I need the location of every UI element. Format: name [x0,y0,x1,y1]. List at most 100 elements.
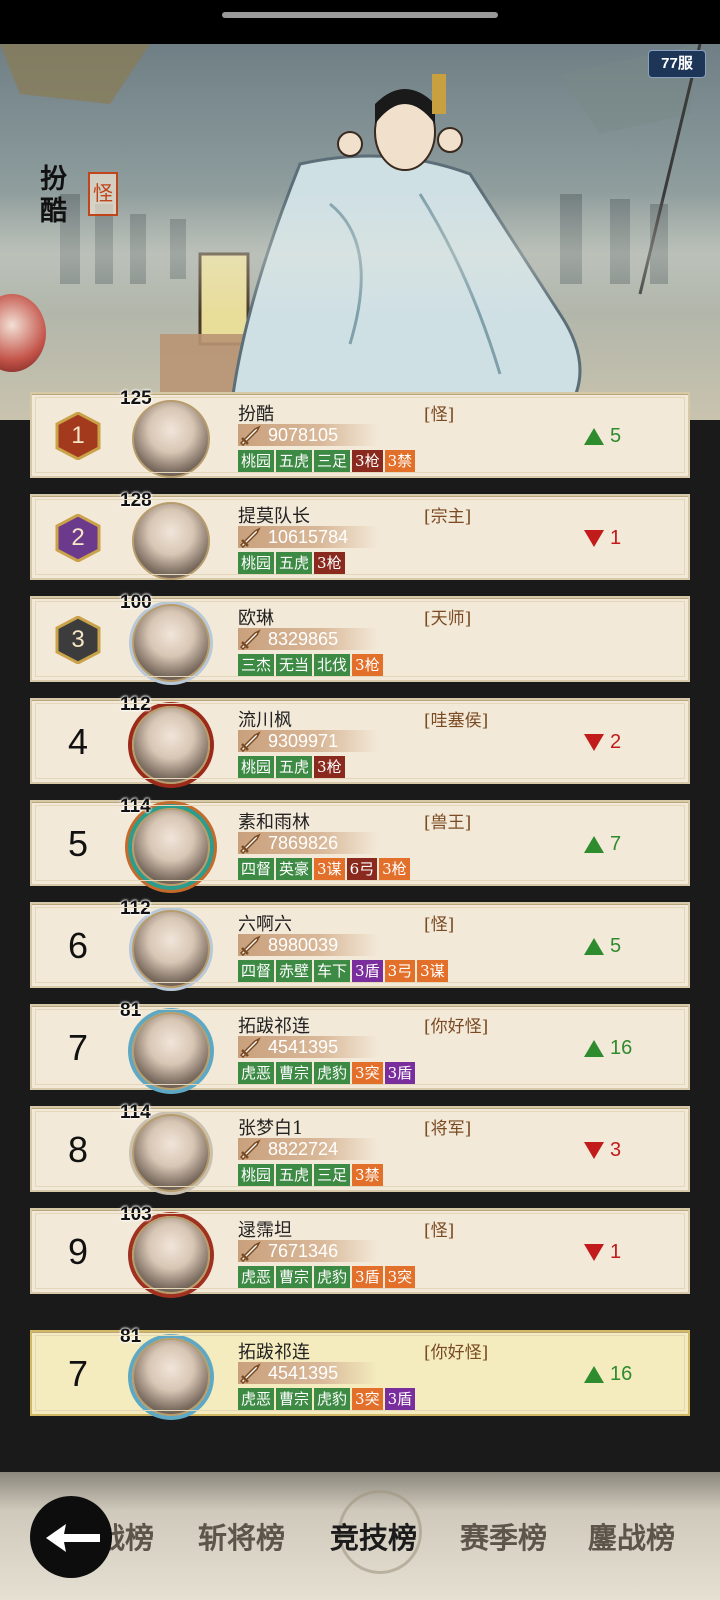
player-name: 扮酷 [238,404,274,425]
formation-tag: 四督 [238,960,275,982]
rank-change: 5 [584,934,654,958]
formation-tag: 3盾 [352,960,383,982]
player-title: [你好怪] [424,1343,489,1363]
formation-tag: 五虎 [276,552,313,574]
formation-tag: 无当 [276,654,313,676]
formation-tag: 三足 [314,1164,351,1186]
formation-tag: 3枪 [379,858,410,880]
power-bar: 8980039 [238,934,378,956]
featured-player-title: 怪 [88,172,118,216]
player-avatar[interactable] [132,706,210,784]
ranking-row[interactable]: 2 128 提莫队长 [宗主] 10615784 桃园 五虎 3枪 1 [30,490,690,580]
ranking-row[interactable]: 3 100 欧琳 [天师] 8329865 三杰 无当 北伐 3枪 [30,592,690,682]
player-avatar[interactable] [132,604,210,682]
formation-tag: 五虎 [276,756,313,778]
formation-tag: 3禁 [352,1164,383,1186]
tag-list: 桃园 五虎 三足 3禁 [238,1164,383,1186]
ranking-row[interactable]: 7 81 拓跋祁连 [你好怪] 4541395 虎恶 曹宗 虎豹 3突 3盾 16 [30,1000,690,1090]
formation-tag: 3枪 [352,450,383,472]
featured-player-name: 扮酷 [40,164,67,227]
tag-list: 四督 赤壁 车下 3盾 3弓 3谋 [238,960,448,982]
player-level: 103 [120,1204,152,1225]
player-title: [兽王] [424,813,472,833]
power-bar: 4541395 [238,1036,378,1058]
sword-icon [239,527,261,548]
rank-change: 1 [584,526,654,550]
player-avatar[interactable] [132,1216,210,1294]
power-bar: 8329865 [238,628,378,650]
formation-tag: 车下 [314,960,351,982]
sword-icon [239,1139,261,1160]
formation-tag: 3突 [352,1062,383,1084]
formation-tag: 3盾 [352,1266,383,1288]
player-name: 流川枫 [238,710,292,731]
player-avatar[interactable] [132,910,210,988]
triangle-down-icon [584,1142,604,1160]
ranking-row[interactable]: 6 112 六啊六 [怪] 8980039 四督 赤壁 车下 3盾 3弓 3谋 5 [30,898,690,988]
formation-tag: 虎豹 [314,1062,351,1084]
rank-change-value: 16 [610,1037,633,1059]
player-level: 112 [120,898,151,919]
player-level: 81 [120,1326,142,1347]
formation-tag: 曹宗 [276,1388,313,1410]
formation-tag: 五虎 [276,450,313,472]
player-avatar[interactable] [132,1114,210,1192]
power-value: 9309971 [268,731,339,751]
rank-number: 3 [71,626,85,653]
formation-tag: 3枪 [314,756,345,778]
player-avatar[interactable] [132,1012,210,1090]
tag-list: 虎恶 曹宗 虎豹 3盾 3突 [238,1266,416,1288]
player-avatar[interactable] [132,1338,210,1416]
triangle-down-icon [584,734,604,752]
ranking-row[interactable]: 9 103 逯霈坦 [怪] 7671346 虎恶 曹宗 虎豹 3盾 3突 1 [30,1204,690,1294]
my-rank-row[interactable]: 7 81 拓跋祁连 [你好怪] 4541395 虎恶 曹宗 虎豹 3突 3盾 16 [30,1326,690,1416]
player-avatar[interactable] [132,400,210,478]
player-name: 张梦白1 [238,1118,304,1139]
tag-list: 三杰 无当 北伐 3枪 [238,654,383,676]
tag-list: 虎恶 曹宗 虎豹 3突 3盾 [238,1388,416,1410]
player-name: 拓跋祁连 [238,1016,310,1037]
tab-3[interactable]: 竞技榜 [330,1515,417,1557]
formation-tag: 北伐 [314,654,351,676]
formation-tag: 3枪 [314,552,345,574]
formation-tag: 虎恶 [238,1266,275,1288]
power-bar: 7869826 [238,832,378,854]
tab-4[interactable]: 赛季榜 [460,1515,547,1557]
player-level: 100 [120,592,152,613]
ranking-row[interactable]: 8 114 张梦白1 [将军] 8822724 桃园 五虎 三足 3禁 3 [30,1102,690,1192]
player-title: [怪] [424,1221,455,1241]
tab-2[interactable]: 斩将榜 [198,1515,285,1557]
tab-5[interactable]: 鏖战榜 [588,1515,675,1557]
player-title: [宗主] [424,507,472,527]
formation-tag: 3盾 [384,1062,416,1084]
triangle-up-icon [584,1366,604,1384]
status-bar [0,0,720,44]
formation-tag: 五虎 [276,1164,313,1186]
power-bar: 8822724 [238,1138,378,1160]
rank-change-value: 5 [610,935,622,957]
player-level: 114 [120,1102,151,1123]
player-name: 逯霈坦 [238,1220,292,1241]
formation-tag: 3突 [352,1388,383,1410]
back-button[interactable] [30,1496,112,1578]
power-value: 10615784 [268,527,349,547]
tag-list: 桃园 五虎 3枪 [238,756,345,778]
player-avatar[interactable] [132,808,210,886]
rank-change: 1 [584,1240,654,1264]
rank-number: 2 [71,524,85,551]
formation-tag: 桃园 [238,552,275,574]
ranking-row[interactable]: 4 112 流川枫 [哇塞侯] 9309971 桃园 五虎 3枪 2 [30,694,690,784]
rank-number: 8 [67,1129,89,1170]
power-value: 8822724 [268,1139,339,1159]
player-title: [你好怪] [424,1017,489,1037]
ranking-row[interactable]: 5 114 素和雨林 [兽王] 7869826 四督 英豪 3谋 6弓 3枪 7 [30,796,690,886]
power-value: 8329865 [268,629,339,649]
tag-list: 四督 英豪 3谋 6弓 3枪 [238,858,410,880]
tag-list: 桃园 五虎 三足 3枪 3禁 [238,450,416,472]
rank-change-value: 7 [610,833,622,855]
sword-icon [239,731,261,752]
formation-tag: 曹宗 [276,1266,313,1288]
ranking-row[interactable]: 1 125 扮酷 [怪] 9078105 桃园 五虎 三足 3枪 3禁 5 [30,388,690,478]
player-avatar[interactable] [132,502,210,580]
formation-tag: 3枪 [352,654,383,676]
